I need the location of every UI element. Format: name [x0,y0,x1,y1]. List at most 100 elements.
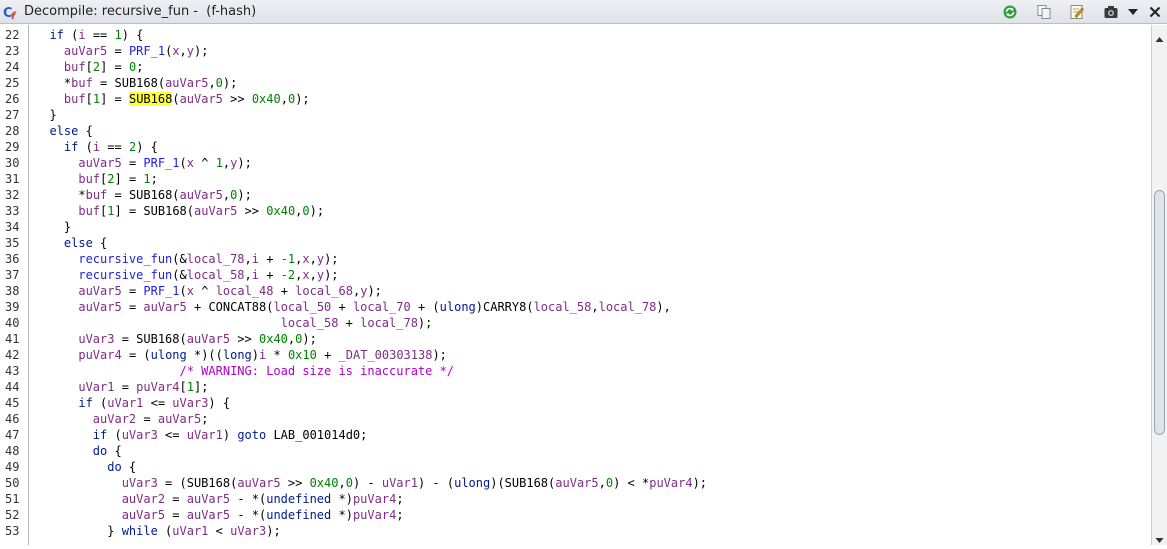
snapshot-icon[interactable] [1102,3,1120,21]
constant-token[interactable]: 0 [302,204,309,218]
variable-token[interactable]: auVar2 [93,412,136,426]
code-text[interactable]: recursive_fun(&local_58,i + -2,x,y); [35,267,338,283]
variable-token[interactable]: x [187,284,194,298]
code-line[interactable]: 34 } [0,219,1150,235]
code-text[interactable]: uVar3 = (SUB168(auVar5 >> 0x40,0) - uVar… [35,475,707,491]
code-line[interactable]: 22 if (i == 1) { [0,27,1150,43]
variable-token[interactable]: x [172,44,179,58]
constant-token[interactable]: 2 [107,172,114,186]
constant-token[interactable]: 0x40 [252,92,281,106]
code-text[interactable]: } [35,219,71,235]
code-line[interactable]: 50 uVar3 = (SUB168(auVar5 >> 0x40,0) - u… [0,475,1150,491]
variable-token[interactable]: auVar5 [78,300,121,314]
constant-token[interactable]: 1 [216,156,223,170]
vertical-scrollbar[interactable] [1151,25,1167,545]
code-text[interactable]: auVar2 = auVar5; [35,411,209,427]
variable-token[interactable]: local_70 [353,300,411,314]
code-text[interactable]: do { [35,459,136,475]
code-line[interactable]: 53 } while (uVar1 < uVar3); [0,523,1150,539]
variable-token[interactable]: auVar5 [187,508,230,522]
variable-token[interactable]: y [317,268,324,282]
variable-token[interactable]: auVar5 [122,508,165,522]
global-token[interactable]: _DAT_00303138 [339,348,433,362]
keyword-token[interactable]: undefined [266,492,331,506]
code-line[interactable]: 49 do { [0,459,1150,475]
code-line[interactable]: 36 recursive_fun(&local_78,i + -1,x,y); [0,251,1150,267]
code-line[interactable]: 29 if (i == 2) { [0,139,1150,155]
scrollbar-thumb[interactable] [1154,190,1165,435]
variable-token[interactable]: i [93,140,100,154]
variable-token[interactable]: x [302,252,309,266]
code-text[interactable]: if (i == 2) { [35,139,158,155]
variable-token[interactable]: y [317,252,324,266]
code-text[interactable]: else { [35,123,92,139]
code-line[interactable]: 23 auVar5 = PRF_1(x,y); [0,43,1150,59]
code-line[interactable]: 25 *buf = SUB168(auVar5,0); [0,75,1150,91]
code-text[interactable]: recursive_fun(&local_78,i + -1,x,y); [35,251,338,267]
code-line[interactable]: 28 else { [0,123,1150,139]
code-line[interactable]: 44 uVar1 = puVar4[1]; [0,379,1150,395]
comment-token[interactable]: /* WARNING: Load size is inaccurate */ [180,364,455,378]
variable-token[interactable]: buf [64,92,86,106]
scroll-up-icon[interactable] [1155,29,1164,42]
variable-token[interactable]: auVar5 [187,492,230,506]
variable-token[interactable]: local_58 [534,300,592,314]
variable-token[interactable]: local_78 [187,252,245,266]
code-line[interactable]: 27 } [0,107,1150,123]
code-line[interactable]: 41 uVar3 = SUB168(auVar5 >> 0x40,0); [0,331,1150,347]
code-text[interactable]: if (i == 1) { [35,27,143,43]
code-text[interactable]: uVar1 = puVar4[1]; [35,379,208,395]
code-line[interactable]: 33 buf[1] = SUB168(auVar5 >> 0x40,0); [0,203,1150,219]
variable-token[interactable]: uVar1 [78,380,114,394]
constant-token[interactable]: 0x40 [259,332,288,346]
function-token[interactable]: recursive_fun [78,268,172,282]
keyword-token[interactable]: if [93,428,107,442]
close-icon[interactable] [1146,3,1164,21]
variable-token[interactable]: i [252,252,259,266]
code-text[interactable]: puVar4 = (ulong *)((long)i * 0x10 + _DAT… [35,347,447,363]
code-line[interactable]: 37 recursive_fun(&local_58,i + -2,x,y); [0,267,1150,283]
variable-token[interactable]: auVar5 [180,92,223,106]
code-text[interactable]: buf[1] = SUB168(auVar5 >> 0x40,0); [35,203,324,219]
code-line[interactable]: 40 local_58 + local_78); [0,315,1150,331]
constant-token[interactable]: 1 [93,92,100,106]
keyword-token[interactable]: ulong [440,300,476,314]
constant-token[interactable]: -2 [281,268,295,282]
variable-token[interactable]: auVar5 [194,204,237,218]
constant-token[interactable]: 0 [346,476,353,490]
variable-token[interactable]: auVar5 [78,156,121,170]
code-text[interactable]: local_58 + local_78); [35,315,433,331]
edit-icon[interactable] [1068,3,1086,21]
code-text[interactable]: auVar5 = auVar5 + CONCAT88(local_50 + lo… [35,299,671,315]
code-line[interactable]: 26 buf[1] = SUB168(auVar5 >> 0x40,0); [0,91,1150,107]
variable-token[interactable]: puVar4 [78,348,121,362]
code-text[interactable]: auVar2 = auVar5 - *(undefined *)puVar4; [35,491,404,507]
code-text[interactable]: buf[1] = SUB168(auVar5 >> 0x40,0); [35,91,310,107]
keyword-token[interactable]: long [223,348,252,362]
constant-token[interactable]: 0x40 [310,476,339,490]
code-line[interactable]: 39 auVar5 = auVar5 + CONCAT88(local_50 +… [0,299,1150,315]
code-text[interactable]: *buf = SUB168(auVar5,0); [35,75,237,91]
code-text[interactable]: } [35,107,56,123]
variable-token[interactable]: uVar1 [172,524,208,538]
decompiled-code-panel[interactable]: 22 if (i == 1) {23 auVar5 = PRF_1(x,y); 2… [0,25,1150,545]
variable-token[interactable]: auVar5 [165,76,208,90]
function-token[interactable]: PRF_1 [143,156,179,170]
highlighted-token[interactable]: SUB168 [128,92,173,106]
variable-token[interactable]: local_50 [273,300,331,314]
code-text[interactable]: auVar5 = PRF_1(x ^ local_48 + local_68,y… [35,283,382,299]
variable-token[interactable]: auVar5 [78,284,121,298]
variable-token[interactable]: buf [86,188,108,202]
variable-token[interactable]: uVar3 [122,476,158,490]
keyword-token[interactable]: else [49,124,78,138]
constant-token[interactable]: 0x10 [288,348,317,362]
constant-token[interactable]: 0 [606,476,613,490]
function-token[interactable]: PRF_1 [129,44,165,58]
code-text[interactable]: buf[2] = 0; [35,59,144,75]
variable-token[interactable]: local_58 [281,316,339,330]
code-text[interactable]: auVar5 = auVar5 - *(undefined *)puVar4; [35,507,404,523]
constant-token[interactable]: 1 [187,380,194,394]
code-line[interactable]: 52 auVar5 = auVar5 - *(undefined *)puVar… [0,507,1150,523]
variable-token[interactable]: local_58 [187,268,245,282]
variable-token[interactable]: puVar4 [353,492,396,506]
